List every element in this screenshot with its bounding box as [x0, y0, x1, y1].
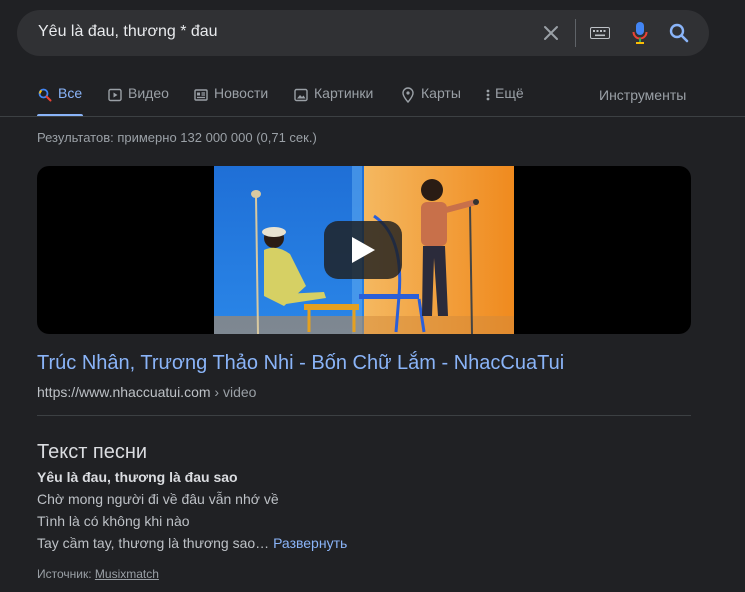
tab-label: Новости [214, 85, 269, 101]
result-url[interactable]: https://www.nhaccuatui.com › video [37, 384, 256, 400]
source-link[interactable]: Musixmatch [95, 567, 159, 581]
play-button[interactable] [324, 221, 402, 279]
lyrics-line: Chờ mong người đi về đâu vẫn nhớ về [37, 491, 279, 507]
lyrics-line: Tay cầm tay, thương là thương sao… [37, 535, 270, 551]
video-thumbnail[interactable] [37, 166, 691, 334]
result-url-crumb: › video [210, 384, 257, 400]
clear-icon[interactable] [539, 10, 563, 56]
section-divider [37, 415, 691, 416]
tab-all[interactable]: Все [37, 85, 83, 117]
map-pin-icon [400, 87, 416, 103]
search-input[interactable]: Yêu là đau, thương * đau [38, 23, 218, 41]
tab-label: Карты [421, 85, 461, 101]
lyrics-last-line: Tay cầm tay, thương là thương sao… Разве… [37, 535, 347, 551]
source-label: Источник: [37, 567, 95, 581]
expand-lyrics-link[interactable]: Развернуть [273, 535, 347, 551]
tab-video[interactable]: Видео [107, 85, 169, 117]
news-icon [193, 87, 209, 103]
tab-news[interactable]: Новости [193, 85, 268, 117]
lyrics-source: Источник: Musixmatch [37, 567, 159, 581]
tools-button[interactable]: Инструменты [599, 87, 686, 103]
search-bar[interactable]: Yêu là đau, thương * đau [17, 10, 709, 56]
result-url-domain: https://www.nhaccuatui.com [37, 384, 211, 400]
lyrics-line: Yêu là đau, thương là đau sao [37, 469, 238, 485]
image-icon [293, 87, 309, 103]
more-vert-icon [484, 87, 492, 103]
search-icon[interactable] [667, 10, 691, 56]
tab-more[interactable]: Ещё [484, 85, 524, 117]
header-divider [0, 116, 745, 117]
tab-label: Все [58, 85, 83, 101]
tab-maps[interactable]: Карты [400, 85, 461, 117]
search-icon [37, 87, 53, 103]
tab-label: Картинки [314, 85, 374, 101]
tab-label: Видео [128, 85, 169, 101]
lyrics-line: Tình là có không khi nào [37, 513, 190, 529]
tab-images[interactable]: Картинки [293, 85, 373, 117]
play-icon [352, 237, 375, 263]
keyboard-icon[interactable] [589, 10, 611, 56]
tab-label: Ещё [495, 85, 524, 101]
video-icon [107, 87, 123, 103]
lyrics-heading: Текст песни [37, 441, 148, 463]
search-divider [575, 19, 576, 47]
mic-icon[interactable] [629, 10, 651, 56]
result-title-link[interactable]: Trúc Nhân, Trương Thảo Nhi - Bốn Chữ Lắm… [37, 352, 564, 375]
result-stats: Результатов: примерно 132 000 000 (0,71 … [37, 130, 317, 145]
